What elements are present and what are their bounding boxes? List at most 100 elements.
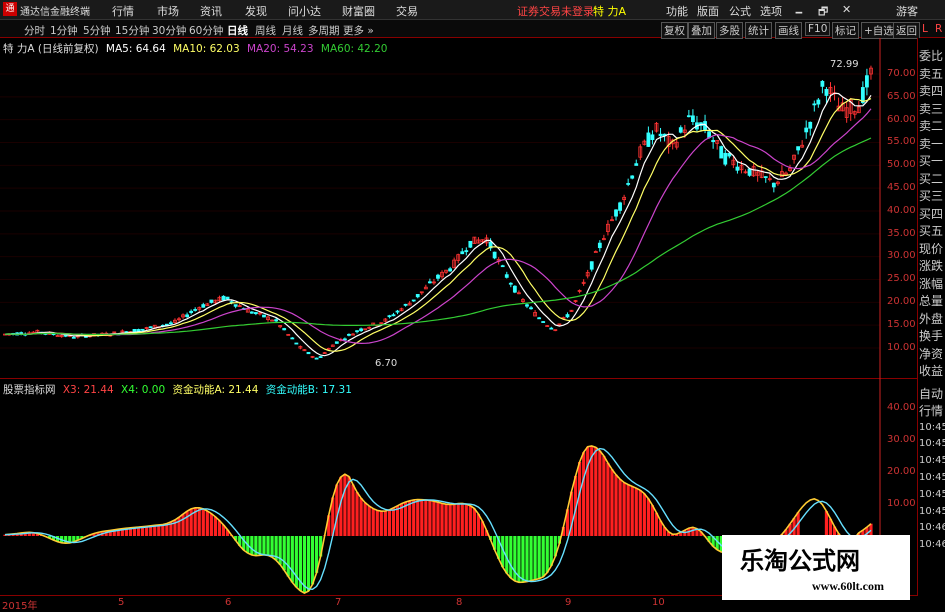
- candle-body: [723, 152, 728, 165]
- quote-label[interactable]: 买二: [919, 171, 945, 189]
- period-tab-1min[interactable]: 1分钟: [50, 23, 78, 38]
- quote-label[interactable]: 外盘: [919, 311, 945, 329]
- indicator-name[interactable]: 股票指标网: [3, 384, 56, 396]
- candle-body: [646, 132, 651, 147]
- tick-time-label: 10:45: [919, 421, 945, 433]
- quote-label[interactable]: 卖一: [919, 136, 945, 154]
- quote-label[interactable]: 卖五: [919, 66, 945, 84]
- candle-body: [500, 265, 505, 268]
- close-icon[interactable]: ✕: [842, 3, 851, 16]
- candle-body: [347, 333, 351, 336]
- ma10-value: MA10: 62.03: [173, 43, 240, 55]
- quote-label[interactable]: 买四: [919, 206, 945, 224]
- quote-label[interactable]: 委比: [919, 48, 945, 66]
- candle-body: [460, 251, 465, 255]
- quote-label[interactable]: 总量: [919, 293, 945, 311]
- quote-label[interactable]: 换手: [919, 328, 945, 346]
- period-toolbar: 分时 1分钟 5分钟 15分钟 30分钟 60分钟 日线 周线 月线 多周期 更…: [0, 20, 945, 39]
- menu-item-formula[interactable]: 公式: [729, 3, 751, 19]
- quote-label[interactable]: 涨跌: [919, 258, 945, 276]
- menu-item-function[interactable]: 功能: [666, 3, 688, 19]
- tool-watchlist-button[interactable]: +自选: [861, 22, 897, 39]
- watermark-url: www.60lt.com: [812, 579, 884, 593]
- candle-body: [804, 127, 809, 133]
- menu-item-options[interactable]: 选项: [760, 3, 782, 19]
- menu-item-discover[interactable]: 发现: [245, 3, 267, 19]
- candle-body: [403, 303, 408, 306]
- candle-body: [719, 146, 724, 159]
- candle-body: [691, 115, 695, 123]
- kline-chart-panel[interactable]: 特 力A (日线前复权) MA5: 64.64 MA10: 62.03 MA20…: [0, 38, 918, 379]
- menu-item-wealth[interactable]: 财富圈: [342, 3, 375, 19]
- tool-draw-button[interactable]: 画线: [775, 22, 802, 39]
- menu-item-layout[interactable]: 版面: [697, 3, 719, 19]
- tool-mark-button[interactable]: 标记: [832, 22, 859, 39]
- candle-body: [249, 311, 254, 314]
- quote-label[interactable]: 买三: [919, 188, 945, 206]
- quote-label[interactable]: 卖二: [919, 118, 945, 136]
- candle-body: [812, 103, 817, 106]
- candle-body: [492, 251, 497, 259]
- period-tab-daily[interactable]: 日线: [227, 23, 248, 38]
- candle-body: [565, 314, 570, 318]
- candle-body: [290, 337, 295, 340]
- period-tab-60min[interactable]: 60分钟: [189, 23, 223, 38]
- candle-body: [860, 87, 865, 103]
- x-axis-tick: 10: [652, 597, 665, 608]
- tool-f10-button[interactable]: F10: [805, 22, 831, 36]
- quote-label[interactable]: 买一: [919, 153, 945, 171]
- quote-label[interactable]: 现价: [919, 241, 945, 259]
- period-tab-5min[interactable]: 5分钟: [83, 23, 111, 38]
- quote-label[interactable]: 卖三: [919, 101, 945, 119]
- candle-body: [820, 80, 825, 87]
- period-tab-weekly[interactable]: 周线: [255, 23, 276, 38]
- sub-legend: 股票指标网 X3: 21.44 X4: 0.00 资金动能A: 21.44 资金…: [3, 382, 356, 397]
- tool-fuquan-button[interactable]: 复权: [661, 22, 688, 39]
- period-tab-15min[interactable]: 15分钟: [115, 23, 149, 38]
- app-title: 通达信金融终端: [20, 7, 90, 18]
- x-axis-tick: 8: [456, 597, 463, 608]
- tick-time-label: 行情: [919, 403, 944, 418]
- menu-item-news[interactable]: 资讯: [200, 3, 222, 19]
- candle-body: [262, 314, 266, 318]
- low-price-label: 6.70: [375, 358, 398, 369]
- main-yaxis-tick: 45.00: [887, 182, 916, 193]
- menu-item-markets[interactable]: 市场: [157, 3, 179, 19]
- candle-body: [597, 242, 602, 249]
- quote-label[interactable]: 涨幅: [919, 276, 945, 294]
- period-tab-more[interactable]: 更多 »: [343, 23, 374, 38]
- menu-item-trade[interactable]: 交易: [396, 3, 418, 19]
- candle-body: [529, 307, 533, 310]
- quote-label[interactable]: 卖四: [919, 83, 945, 101]
- menu-item-market[interactable]: 行情: [112, 3, 134, 19]
- period-tab-30min[interactable]: 30分钟: [152, 23, 186, 38]
- period-tab-fenshi[interactable]: 分时: [24, 23, 45, 38]
- candle-body: [359, 328, 363, 332]
- tool-stats-button[interactable]: 统计: [745, 22, 772, 39]
- period-tab-multi[interactable]: 多周期: [308, 23, 340, 38]
- tool-multistock-button[interactable]: 多股: [716, 22, 743, 39]
- menu-item-ask[interactable]: 问小达: [288, 3, 321, 19]
- kline-chart[interactable]: [0, 38, 918, 379]
- candle-body: [686, 115, 691, 118]
- login-notice[interactable]: 证券交易未登录: [517, 3, 594, 19]
- tool-back-button[interactable]: 返回: [893, 22, 920, 39]
- period-tab-monthly[interactable]: 月线: [282, 23, 303, 38]
- sub-yaxis-tick: 30.00: [887, 434, 916, 445]
- candle-body: [658, 133, 663, 137]
- candle-body: [735, 166, 740, 171]
- candle-body: [343, 338, 347, 341]
- fund-b-value: 资金动能B: 17.31: [265, 384, 352, 396]
- candle-body: [274, 319, 279, 322]
- candle-body: [448, 268, 453, 272]
- x-axis-tick: 6: [225, 597, 232, 608]
- candle-body: [193, 309, 198, 311]
- quote-label[interactable]: 买五: [919, 223, 945, 241]
- x4-value: X4: 0.00: [121, 384, 166, 396]
- guest-label[interactable]: 游客: [896, 3, 918, 19]
- candle-body: [436, 274, 440, 279]
- main-yaxis-tick: 65.00: [887, 90, 916, 102]
- quote-label[interactable]: 收益: [919, 363, 945, 381]
- tool-overlay-button[interactable]: 叠加: [688, 22, 715, 39]
- quote-label[interactable]: 净资: [919, 346, 945, 364]
